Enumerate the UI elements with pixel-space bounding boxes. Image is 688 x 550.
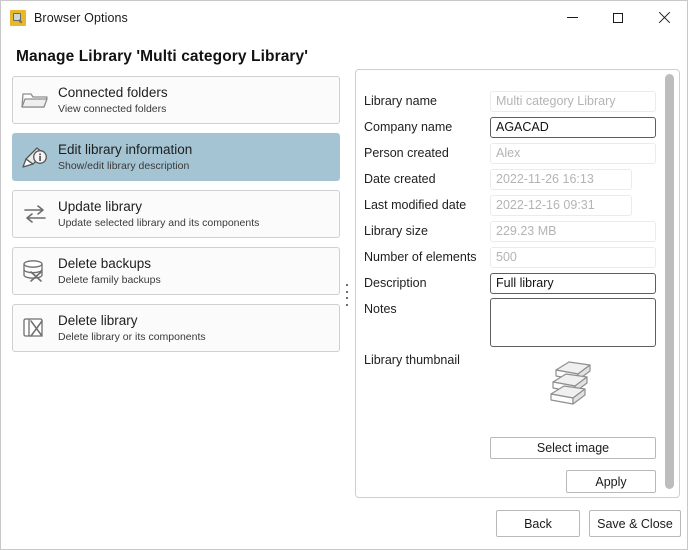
panel-splitter-handle[interactable] [345, 284, 349, 306]
field-last-modified-date: Last modified date [364, 194, 632, 216]
library-delete-icon [18, 311, 52, 345]
sidebar-item-subtitle: Delete family backups [58, 273, 161, 286]
field-label: Library size [364, 224, 428, 238]
number-of-elements-input[interactable] [490, 246, 656, 268]
person-created-input[interactable] [490, 142, 656, 164]
window-controls [549, 1, 687, 34]
field-label: Notes [364, 302, 397, 316]
field-number-of-elements: Number of elements [364, 246, 656, 268]
sidebar-item-connected-folders[interactable]: Connected folders View connected folders [12, 76, 340, 124]
folder-icon [18, 83, 52, 117]
minimize-button[interactable] [549, 1, 595, 34]
splitter-dot [346, 290, 348, 293]
splitter-dot [346, 303, 348, 306]
form-scrollbar-thumb[interactable] [665, 74, 674, 489]
sidebar-item-update-library[interactable]: Update library Update selected library a… [12, 190, 340, 238]
magnifier-app-icon [10, 9, 26, 26]
sidebar-item-title: Delete library [58, 313, 138, 329]
library-name-input[interactable] [490, 90, 656, 112]
sidebar-item-delete-backups[interactable]: Delete backups Delete family backups [12, 247, 340, 295]
field-date-created: Date created [364, 168, 632, 190]
last-modified-date-input[interactable] [490, 194, 632, 216]
splitter-dot [346, 284, 348, 286]
field-label: Company name [364, 120, 453, 134]
sidebar-item-delete-library[interactable]: Delete library Delete library or its com… [12, 304, 340, 352]
field-company-name: Company name [364, 116, 656, 138]
maximize-icon [613, 12, 623, 23]
books-stack-icon [540, 358, 602, 415]
maximize-button[interactable] [595, 1, 641, 34]
edit-info-icon [18, 140, 52, 174]
library-thumbnail-preview[interactable] [526, 355, 616, 417]
field-notes: Notes [364, 298, 490, 320]
sidebar-item-subtitle: View connected folders [58, 102, 167, 115]
page-title: Manage Library 'Multi category Library' [16, 48, 309, 65]
library-details-form: Library name Company name Person created… [356, 70, 679, 497]
field-label: Number of elements [364, 250, 477, 264]
sidebar-item-subtitle: Delete library or its components [58, 330, 206, 343]
database-delete-icon [18, 254, 52, 288]
field-label: Date created [364, 172, 436, 186]
company-name-input[interactable] [490, 116, 656, 138]
minimize-icon [566, 17, 578, 18]
sidebar-item-title: Edit library information [58, 142, 193, 158]
date-created-input[interactable] [490, 168, 632, 190]
sidebar-item-subtitle: Update selected library and its componen… [58, 216, 260, 229]
select-image-button[interactable]: Select image [490, 437, 656, 459]
sidebar-item-title: Delete backups [58, 256, 152, 272]
notes-textarea[interactable] [490, 298, 656, 347]
field-label: Person created [364, 146, 449, 160]
field-label: Last modified date [364, 198, 467, 212]
form-scrollbar[interactable] [665, 74, 674, 495]
field-person-created: Person created [364, 142, 656, 164]
sidebar-item-subtitle: Show/edit library description [58, 159, 190, 172]
field-label: Description [364, 276, 427, 290]
apply-button[interactable]: Apply [566, 470, 656, 493]
library-size-input[interactable] [490, 220, 656, 242]
field-library-name: Library name [364, 90, 656, 112]
library-details-panel: Library name Company name Person created… [355, 69, 680, 498]
close-button[interactable] [641, 1, 687, 34]
action-list: Connected folders View connected folders… [12, 76, 340, 361]
field-description: Description [364, 272, 656, 294]
description-input[interactable] [490, 272, 656, 294]
sidebar-item-title: Connected folders [58, 85, 168, 101]
library-thumbnail-label: Library thumbnail [364, 353, 460, 367]
sidebar-item-title: Update library [58, 199, 143, 215]
close-icon [658, 12, 670, 24]
field-label: Library name [364, 94, 437, 108]
window-title: Browser Options [34, 10, 128, 25]
sidebar-item-edit-library-information[interactable]: Edit library information Show/edit libra… [12, 133, 340, 181]
title-bar: Browser Options [1, 1, 687, 34]
update-arrows-icon [18, 197, 52, 231]
field-library-size: Library size [364, 220, 656, 242]
browser-options-window: Browser Options Manage Library 'Multi ca… [0, 0, 688, 550]
save-and-close-button[interactable]: Save & Close [589, 510, 681, 537]
back-button[interactable]: Back [496, 510, 580, 537]
splitter-dot [346, 297, 348, 300]
